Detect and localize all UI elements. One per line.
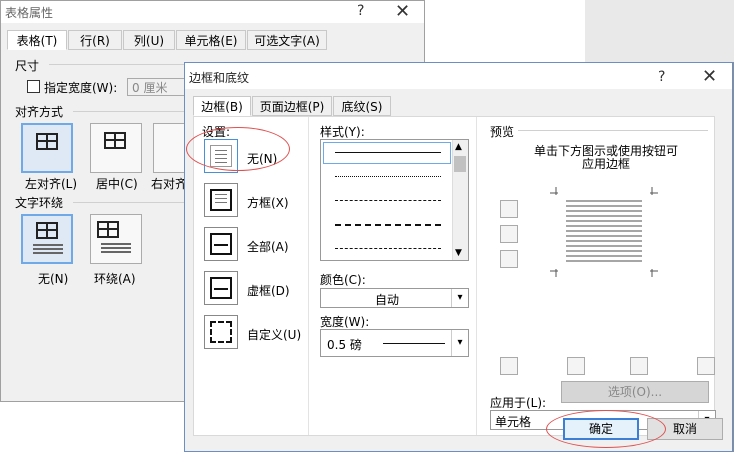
tab-cell[interactable]: 单元格(E) [176, 30, 246, 50]
style-label: 样式(Y): [320, 125, 365, 139]
width-dropdown[interactable]: 0.5 磅 ▾ [320, 329, 469, 357]
specify-width-label: 指定宽度(W): [44, 81, 118, 95]
line-style-list[interactable]: ▲ ▼ [320, 139, 469, 261]
tab-borders[interactable]: 边框(B) [193, 96, 251, 116]
setting-box-label: 方框(X) [247, 196, 289, 210]
highlight-ellipse [546, 410, 666, 448]
desktop-top-strip [585, 0, 734, 62]
scroll-thumb[interactable] [454, 156, 466, 172]
dialog-title: 表格属性 [5, 6, 54, 20]
preview-drawing [550, 187, 658, 277]
size-divider [49, 64, 189, 65]
wrap-around-label: 环绕(A) [94, 272, 136, 286]
tab-page-borders[interactable]: 页面边框(P) [252, 96, 332, 116]
color-label: 颜色(C): [320, 273, 366, 287]
width-sample-line [383, 343, 445, 344]
grid-border-icon [210, 277, 232, 299]
setting-all-label: 全部(A) [247, 240, 289, 254]
table-wrap-icon [97, 221, 119, 238]
apply-to-value: 单元格 [495, 415, 532, 429]
tab-table[interactable]: 表格(T) [7, 30, 67, 50]
tab-shading[interactable]: 底纹(S) [333, 96, 391, 116]
color-dropdown[interactable]: 自动 ▾ [320, 288, 469, 308]
wrap-none-option[interactable] [21, 214, 73, 264]
style-dashed-long-line[interactable] [335, 224, 441, 226]
close-icon[interactable]: ✕ [395, 1, 410, 22]
borders-shading-dialog: 边框和底纹 ? ✕ 边框(B) 页面边框(P) 底纹(S) 设置: 无(N) 方… [184, 62, 733, 452]
style-dash-dot-line[interactable] [335, 248, 441, 249]
table-nowrap-icon [36, 222, 58, 239]
tab-row[interactable]: 行(R) [68, 30, 122, 50]
tab-alt-text[interactable]: 可选文字(A) [247, 30, 327, 50]
preview-hint-line2: 应用边框 [582, 157, 631, 171]
specify-width-checkbox[interactable] [27, 80, 40, 93]
inside-vertical-border-icon[interactable] [630, 357, 648, 375]
setting-box-button[interactable] [204, 183, 238, 217]
align-left-option[interactable] [21, 123, 73, 173]
dialog-title: 边框和底纹 [189, 71, 250, 85]
size-section-label: 尺寸 [15, 59, 40, 73]
align-right-label: 右对齐 [151, 177, 188, 191]
diagonal-up-border-icon[interactable] [697, 357, 715, 375]
scroll-down-icon[interactable]: ▼ [455, 248, 462, 258]
selected-style-item[interactable] [323, 142, 451, 164]
options-button[interactable]: 选项(O)... [561, 381, 709, 403]
table-left-icon [36, 133, 58, 150]
align-center-label: 居中(C) [96, 177, 138, 191]
scroll-up-icon[interactable]: ▲ [455, 142, 462, 152]
style-dotted-line[interactable] [335, 176, 441, 177]
text-lines-icon [101, 243, 131, 255]
help-icon[interactable]: ? [357, 3, 364, 19]
wrap-divider [73, 202, 189, 203]
align-left-label: 左对齐(L) [25, 177, 78, 191]
wrap-none-label: 无(N) [38, 272, 69, 286]
setting-custom-label: 自定义(U) [247, 328, 302, 342]
column-divider [476, 117, 477, 435]
apply-to-label: 应用于(L): [490, 396, 547, 410]
alignment-section-label: 对齐方式 [15, 105, 64, 119]
left-border-icon[interactable] [567, 357, 585, 375]
style-solid-line[interactable] [335, 152, 441, 153]
setting-grid-button[interactable] [204, 271, 238, 305]
tab-column[interactable]: 列(U) [123, 30, 175, 50]
bottom-border-icon[interactable] [500, 250, 518, 268]
setting-all-button[interactable] [204, 227, 238, 261]
custom-border-icon [210, 321, 232, 343]
column-divider [308, 117, 309, 435]
table-center-icon [104, 132, 126, 149]
align-center-option[interactable] [90, 123, 142, 173]
setting-grid-label: 虚框(D) [247, 284, 290, 298]
chevron-down-icon[interactable]: ▾ [451, 330, 468, 356]
borders-titlebar: 边框和底纹 ? ✕ [185, 63, 732, 89]
help-icon[interactable]: ? [658, 69, 665, 85]
preview-divider [518, 130, 708, 131]
chevron-down-icon[interactable]: ▾ [451, 289, 468, 307]
style-scrollbar[interactable]: ▲ ▼ [452, 140, 468, 260]
style-dashed-short-line[interactable] [335, 200, 441, 201]
alignment-divider [73, 111, 189, 112]
text-lines-icon [33, 244, 63, 256]
close-icon[interactable]: ✕ [702, 66, 717, 87]
all-border-icon [210, 233, 232, 255]
wrap-around-option[interactable] [90, 214, 142, 264]
preview-area[interactable] [550, 187, 658, 277]
width-input[interactable]: 0 厘米 [127, 78, 189, 96]
inside-horizontal-border-icon[interactable] [500, 225, 518, 243]
highlight-ellipse [186, 127, 290, 171]
preview-label: 预览 [490, 125, 515, 139]
width-label: 宽度(W): [320, 315, 370, 329]
box-border-icon [210, 189, 232, 211]
color-value: 自动 [374, 293, 399, 307]
setting-custom-button[interactable] [204, 315, 238, 349]
top-border-icon[interactable] [500, 200, 518, 218]
width-value: 0.5 磅 [327, 338, 362, 352]
table-properties-titlebar: 表格属性 ? ✕ [1, 1, 424, 23]
wrap-section-label: 文字环绕 [15, 196, 64, 210]
diagonal-down-border-icon[interactable] [500, 357, 518, 375]
